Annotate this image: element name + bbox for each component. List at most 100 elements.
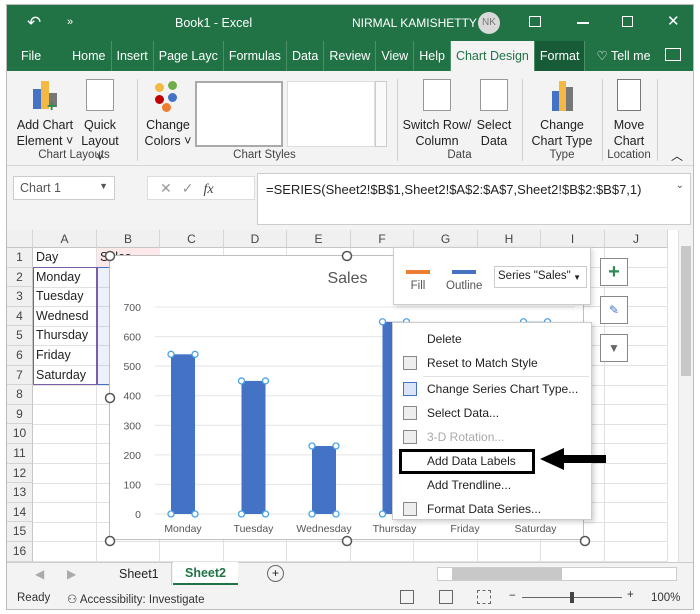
cancel-icon[interactable]: ✕	[160, 180, 182, 196]
tab-view[interactable]: View	[376, 41, 415, 71]
chart-filters-button[interactable]: ▼	[600, 334, 628, 362]
formula-input[interactable]: =SERIES(Sheet2!$B$1,Sheet2!$A$2:$A$7,She…	[257, 173, 691, 225]
bar-monday[interactable]	[171, 354, 195, 514]
tab-home[interactable]: Home	[67, 41, 112, 71]
tab-formulas[interactable]: Formulas	[224, 41, 287, 71]
tab-insert[interactable]: Insert	[112, 41, 154, 71]
label: Quick	[84, 118, 116, 132]
tab-sheet2[interactable]: Sheet2	[173, 562, 238, 585]
chart-styles-scroll[interactable]	[375, 81, 387, 147]
tab-chart-design[interactable]: Chart Design	[450, 41, 535, 71]
row-header[interactable]: 11	[7, 444, 33, 464]
row-header[interactable]: 13	[7, 483, 33, 503]
chart-elements-button[interactable]: +	[600, 258, 628, 286]
name-box[interactable]: Chart 1 ▼	[13, 176, 115, 200]
zoom-out-button[interactable]: −	[509, 590, 516, 602]
zoom-slider[interactable]	[522, 592, 622, 603]
menu-item-delete[interactable]: Delete	[393, 327, 593, 351]
tab-review[interactable]: Review	[324, 41, 377, 71]
change-chart-type-button[interactable]: Change Chart Type	[527, 79, 597, 149]
brush-icon: ✎	[608, 303, 620, 317]
select-data-button[interactable]: Select Data	[473, 79, 515, 149]
row-header[interactable]: 8	[7, 385, 33, 405]
column-header[interactable]: G	[414, 230, 478, 248]
formula-bar-area: Chart 1 ▼ ✕✓fx =SERIES(Sheet2!$B$1,Sheet2…	[7, 170, 693, 230]
comments-icon[interactable]	[665, 48, 681, 61]
chart-style-2[interactable]	[287, 81, 375, 147]
minimize-icon[interactable]	[577, 22, 589, 24]
accessibility-status[interactable]: ⚇ Accessibility: Investigate	[67, 592, 205, 606]
fill-button[interactable]: Fill	[406, 254, 430, 292]
tell-me[interactable]: ♡ Tell me	[591, 41, 655, 71]
row-header[interactable]: 10	[7, 424, 33, 444]
page-layout-view-icon[interactable]	[439, 590, 453, 604]
customize-qat-icon[interactable]: »	[67, 16, 73, 28]
y-tick-label: 0	[135, 509, 141, 521]
horizontal-scrollbar[interactable]	[437, 567, 677, 581]
prev-sheet-icon[interactable]: ◀	[35, 567, 44, 581]
column-header[interactable]: C	[160, 230, 224, 248]
row-header[interactable]: 16	[7, 542, 33, 562]
row-header[interactable]: 2	[7, 267, 33, 288]
zoom-in-button[interactable]: +	[627, 589, 634, 601]
vertical-scrollbar[interactable]	[678, 230, 693, 562]
row-header[interactable]: 5	[7, 326, 33, 346]
ribbon-display-icon[interactable]	[529, 16, 541, 27]
close-icon[interactable]: ✕	[667, 12, 680, 30]
chart-styles-button[interactable]: ✎	[600, 296, 628, 324]
insert-function-button[interactable]: fx	[203, 182, 213, 197]
status-ready: Ready	[17, 592, 51, 604]
zoom-level[interactable]: 100%	[651, 592, 680, 604]
select-all[interactable]	[7, 230, 33, 248]
next-sheet-icon[interactable]: ▶	[67, 567, 76, 581]
column-header[interactable]: I	[541, 230, 605, 248]
tab-sheet1[interactable]: Sheet1	[107, 563, 172, 585]
row-header[interactable]: 9	[7, 404, 33, 425]
undo-button[interactable]: ↶	[27, 13, 41, 33]
tab-file[interactable]: File	[7, 41, 55, 71]
maximize-icon[interactable]	[622, 16, 633, 27]
column-header[interactable]: J	[605, 230, 668, 248]
new-sheet-button[interactable]: +	[267, 565, 284, 582]
row-header[interactable]: 6	[7, 346, 33, 366]
menu-item-change-series-chart-type[interactable]: Change Series Chart Type...	[393, 377, 593, 401]
avatar[interactable]: NK	[478, 12, 500, 34]
column-header[interactable]: A	[33, 230, 97, 248]
column-header[interactable]: D	[224, 230, 287, 248]
enter-icon[interactable]: ✓	[182, 180, 204, 196]
row-header[interactable]: 4	[7, 306, 33, 327]
chart-style-1[interactable]	[195, 81, 283, 147]
switch-row-column-button[interactable]: Switch Row/Column	[402, 79, 472, 149]
column-header[interactable]: E	[287, 230, 351, 248]
page-break-view-icon[interactable]	[477, 590, 491, 604]
collapse-ribbon-icon[interactable]: ︿	[671, 147, 683, 164]
chart-element-select[interactable]: Series "Sales" ▼	[494, 266, 587, 288]
move-chart-button[interactable]: Move Chart	[605, 79, 653, 149]
normal-view-icon[interactable]	[400, 590, 414, 604]
tab-page-layout[interactable]: Page Layc	[154, 41, 224, 71]
tab-data[interactable]: Data	[287, 41, 325, 71]
menu-item-select-data[interactable]: Select Data...	[393, 401, 593, 425]
column-header[interactable]: F	[351, 230, 414, 248]
bar-wednesday[interactable]	[312, 445, 336, 514]
column-header[interactable]: B	[97, 230, 160, 248]
menu-item-format-data-series[interactable]: Format Data Series...	[393, 497, 593, 521]
change-colors-button[interactable]: Change Colors ˅	[142, 79, 194, 149]
menu-item-add-trendline[interactable]: Add Trendline...	[393, 473, 593, 497]
outline-button[interactable]: Outline	[446, 254, 482, 292]
tab-help[interactable]: Help	[414, 41, 451, 71]
row-header[interactable]: 1	[7, 248, 33, 268]
row-header[interactable]: 12	[7, 463, 33, 484]
menu-item-reset-to-match-style[interactable]: Reset to Match Style	[393, 351, 593, 375]
row-header[interactable]: 14	[7, 502, 33, 523]
bar-tuesday[interactable]	[241, 380, 266, 514]
cell-a1[interactable]: Day	[33, 248, 97, 268]
chart-resize-handle	[104, 535, 116, 547]
column-header[interactable]: H	[478, 230, 541, 248]
tab-format[interactable]: Format	[534, 41, 586, 71]
row-header[interactable]: 3	[7, 287, 33, 307]
row-header[interactable]: 7	[7, 365, 33, 386]
add-chart-element-button[interactable]: + Add Chart Element ˅	[15, 79, 75, 149]
row-header[interactable]: 15	[7, 522, 33, 542]
expand-formula-icon[interactable]: ⌄	[676, 180, 684, 191]
